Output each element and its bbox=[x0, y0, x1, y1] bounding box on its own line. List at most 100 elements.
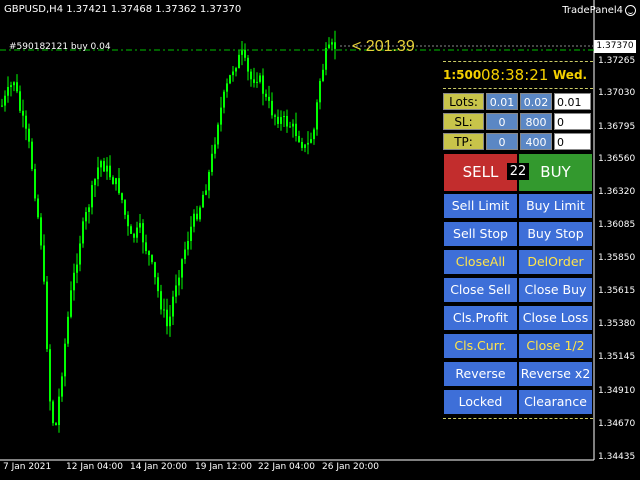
sl-preset-1[interactable]: 0 bbox=[486, 113, 518, 130]
order-label: #590182121 buy 0.04 bbox=[9, 42, 111, 52]
candle-body bbox=[223, 91, 225, 108]
candle-body bbox=[73, 272, 75, 291]
candle-body bbox=[175, 285, 177, 297]
candle-body bbox=[61, 376, 63, 397]
candle-body bbox=[256, 81, 258, 83]
lots-preset-2[interactable]: 0.02 bbox=[520, 93, 552, 110]
leverage-label: 1:500 bbox=[443, 68, 482, 82]
candle-body bbox=[76, 264, 78, 273]
price-axis-label: 1.35615 bbox=[598, 286, 636, 296]
candle-body bbox=[55, 423, 57, 426]
close-loss-button[interactable]: Close Loss bbox=[519, 306, 592, 330]
candle-body bbox=[43, 245, 45, 282]
brand-text: TradePanel4 bbox=[562, 5, 623, 16]
candle-body bbox=[46, 281, 48, 350]
sl-label: SL: bbox=[443, 113, 484, 130]
candle-body bbox=[136, 227, 138, 238]
price-axis-label: 1.37265 bbox=[598, 56, 636, 66]
date-axis-label: 7 Jan 2021 bbox=[3, 462, 52, 472]
day-label: Wed. bbox=[553, 68, 588, 82]
candle-body bbox=[157, 277, 159, 292]
candle-body bbox=[313, 129, 315, 140]
close-half-button[interactable]: Close 1/2 bbox=[519, 334, 592, 358]
candle-body bbox=[79, 243, 81, 265]
reverse-x2-button[interactable]: Reverse x2 bbox=[519, 362, 592, 386]
del-order-button[interactable]: DelOrder bbox=[519, 250, 592, 274]
buy-stop-button[interactable]: Buy Stop bbox=[519, 222, 592, 246]
candle-body bbox=[187, 241, 189, 250]
candle-body bbox=[205, 190, 207, 195]
candle-body bbox=[52, 401, 54, 424]
tp-input[interactable]: 0 bbox=[554, 133, 591, 150]
current-price-tag: 1.37370 bbox=[594, 40, 636, 53]
lots-preset-1[interactable]: 0.01 bbox=[486, 93, 518, 110]
tp-preset-1[interactable]: 0 bbox=[486, 133, 518, 150]
buy-limit-button[interactable]: Buy Limit bbox=[519, 194, 592, 218]
candlestick-series bbox=[1, 30, 336, 433]
candle-body bbox=[16, 82, 18, 92]
sl-row: SL: 0 800 0 bbox=[443, 113, 593, 131]
candle-body bbox=[121, 193, 123, 200]
candle-body bbox=[166, 309, 168, 327]
candle-body bbox=[139, 223, 141, 228]
sell-stop-button[interactable]: Sell Stop bbox=[444, 222, 517, 246]
candle-body bbox=[82, 221, 84, 244]
candle-body bbox=[247, 57, 249, 72]
candle-body bbox=[286, 115, 288, 127]
date-axis-label: 26 Jan 20:00 bbox=[322, 462, 379, 472]
candle-body bbox=[109, 165, 111, 178]
candle-body bbox=[316, 102, 318, 130]
candle-body bbox=[40, 217, 42, 246]
candle-body bbox=[163, 309, 165, 311]
price-axis-label: 1.37030 bbox=[598, 88, 636, 98]
candle-body bbox=[217, 124, 219, 145]
candle-body bbox=[88, 207, 90, 213]
candle-body bbox=[331, 42, 333, 45]
candle-body bbox=[214, 144, 216, 154]
close-current-button[interactable]: Cls.Curr. bbox=[444, 334, 517, 358]
sl-preset-2[interactable]: 800 bbox=[520, 113, 552, 130]
candle-body bbox=[307, 142, 309, 145]
candle-body bbox=[97, 167, 99, 180]
candle-body bbox=[262, 75, 264, 94]
price-axis-label: 1.35145 bbox=[598, 352, 636, 362]
buy-button[interactable]: BUY bbox=[519, 154, 592, 191]
locked-button[interactable]: Locked bbox=[444, 390, 517, 414]
price-axis-label: 1.36085 bbox=[598, 220, 636, 230]
candle-body bbox=[202, 194, 204, 208]
tp-preset-2[interactable]: 400 bbox=[520, 133, 552, 150]
sell-limit-button[interactable]: Sell Limit bbox=[444, 194, 517, 218]
sl-input[interactable]: 0 bbox=[554, 113, 591, 130]
lots-input[interactable]: 0.01 bbox=[554, 93, 591, 110]
candle-body bbox=[295, 123, 297, 137]
candle-body bbox=[91, 185, 93, 208]
candle-body bbox=[199, 207, 201, 220]
candle-body bbox=[265, 93, 267, 97]
candle-body bbox=[310, 139, 312, 143]
clearance-button[interactable]: Clearance bbox=[519, 390, 592, 414]
close-profit-button[interactable]: Cls.Profit bbox=[444, 306, 517, 330]
candle-body bbox=[280, 117, 282, 124]
tp-row: TP: 0 400 0 bbox=[443, 133, 593, 151]
candle-body bbox=[64, 343, 66, 377]
close-sell-button[interactable]: Close Sell bbox=[444, 278, 517, 302]
candle-body bbox=[229, 75, 231, 84]
close-all-button[interactable]: CloseAll bbox=[444, 250, 517, 274]
tp-label: TP: bbox=[443, 133, 484, 150]
price-axis-label: 1.34435 bbox=[598, 452, 636, 462]
candle-body bbox=[172, 296, 174, 317]
candle-body bbox=[253, 79, 255, 83]
candle-body bbox=[244, 49, 246, 58]
brand-label: TradePanel4 bbox=[562, 5, 636, 16]
reverse-button[interactable]: Reverse bbox=[444, 362, 517, 386]
close-buy-button[interactable]: Close Buy bbox=[519, 278, 592, 302]
spread-value: 22 bbox=[507, 163, 529, 180]
candle-body bbox=[4, 95, 6, 106]
smiley-icon bbox=[625, 5, 636, 16]
price-axis-label: 1.36795 bbox=[598, 122, 636, 132]
action-buttons: Sell Limit Buy Limit Sell Stop Buy Stop … bbox=[444, 194, 592, 418]
candle-body bbox=[241, 49, 243, 55]
candle-body bbox=[31, 141, 33, 170]
candle-body bbox=[19, 91, 21, 111]
candle-body bbox=[25, 115, 27, 129]
